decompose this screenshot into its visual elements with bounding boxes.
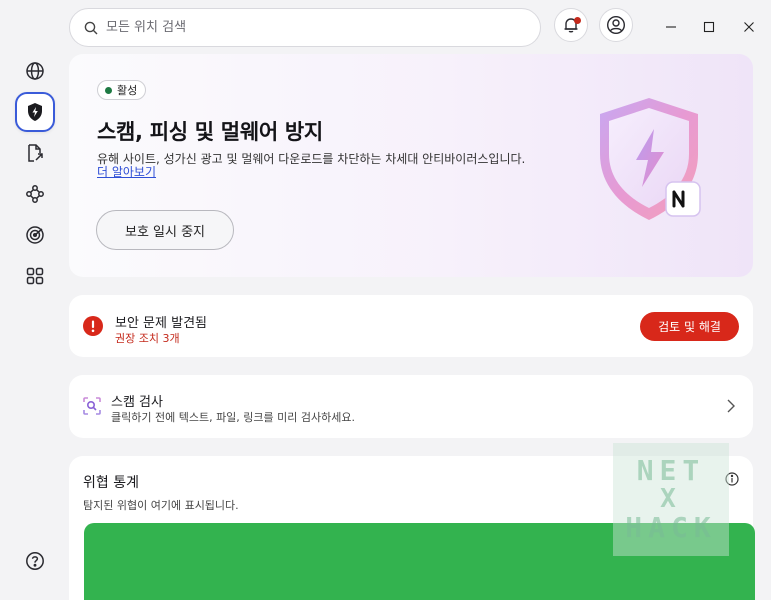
close-icon xyxy=(744,22,754,32)
document-arrow-icon xyxy=(28,144,43,162)
globe-icon xyxy=(26,62,44,80)
minimize-icon xyxy=(666,26,676,28)
watermark-logo: NET X HACK xyxy=(613,443,729,556)
scam-check-subtitle: 클릭하기 전에 텍스트, 파일, 링크를 미리 검사하세요. xyxy=(111,411,355,424)
notifications-button[interactable] xyxy=(554,8,588,42)
maximize-icon xyxy=(703,21,715,33)
shield-illustration-icon xyxy=(600,98,701,220)
pause-protection-button[interactable]: 보호 일시 중지 xyxy=(96,210,234,250)
radar-target-icon xyxy=(26,226,44,244)
minimize-button[interactable] xyxy=(659,15,683,39)
review-and-fix-button[interactable]: 검토 및 해결 xyxy=(640,312,739,341)
protection-hero-card: 활성 스캠, 피싱 및 멀웨어 방지 유해 사이트, 성가신 광고 및 멀웨어 … xyxy=(69,54,753,277)
help-button[interactable] xyxy=(15,541,55,581)
security-issue-subtitle: 권장 조치 3개 xyxy=(115,332,180,345)
shield-bolt-icon xyxy=(28,103,42,121)
chevron-right-icon xyxy=(727,399,735,413)
watermark-line-1: NET xyxy=(636,454,706,488)
sidebar-item-network[interactable] xyxy=(15,174,55,214)
scam-check-title: 스캠 검사 xyxy=(111,395,163,410)
watermark-line-2: X xyxy=(660,483,682,514)
alert-circle-icon xyxy=(83,316,103,336)
page-title: 스캠, 피싱 및 멀웨어 방지 xyxy=(97,120,323,144)
scam-check-card[interactable]: 스캠 검사 클릭하기 전에 텍스트, 파일, 링크를 미리 검사하세요. xyxy=(69,375,753,438)
search-icon xyxy=(84,21,98,34)
status-dot xyxy=(105,86,112,94)
apps-grid-icon xyxy=(26,267,44,285)
scan-frame-icon xyxy=(83,397,101,415)
sidebar-item-protection[interactable] xyxy=(15,92,55,132)
watermark-line-3: HACK xyxy=(625,511,717,545)
sidebar-item-files[interactable] xyxy=(15,133,55,173)
notification-badge xyxy=(574,17,581,24)
search-bar[interactable] xyxy=(69,8,541,47)
network-nodes-icon xyxy=(26,185,44,203)
maximize-button[interactable] xyxy=(697,15,721,39)
search-input[interactable] xyxy=(106,20,506,35)
sidebar-item-apps[interactable] xyxy=(15,256,55,296)
threat-stats-title: 위협 통계 xyxy=(83,475,139,491)
user-circle-icon xyxy=(606,15,626,35)
account-button[interactable] xyxy=(599,8,633,42)
close-button[interactable] xyxy=(737,15,761,39)
question-circle-icon xyxy=(26,552,44,570)
sidebar-item-monitor[interactable] xyxy=(15,215,55,255)
sidebar-item-web[interactable] xyxy=(15,51,55,91)
status-label: 활성 xyxy=(117,84,138,97)
status-badge: 활성 xyxy=(97,80,147,100)
hero-description: 유해 사이트, 성가신 광고 및 멀웨어 다운로드를 차단하는 차세대 안티바이… xyxy=(97,152,526,166)
security-issue-title: 보안 문제 발견됨 xyxy=(115,316,207,331)
security-issue-card[interactable]: 보안 문제 발견됨 권장 조치 3개 검토 및 해결 xyxy=(69,295,753,357)
sidebar xyxy=(0,0,68,600)
threat-stats-subtitle: 탐지된 위협이 여기에 표시됩니다. xyxy=(83,499,239,512)
learn-more-link[interactable]: 더 알아보기 xyxy=(97,163,156,180)
